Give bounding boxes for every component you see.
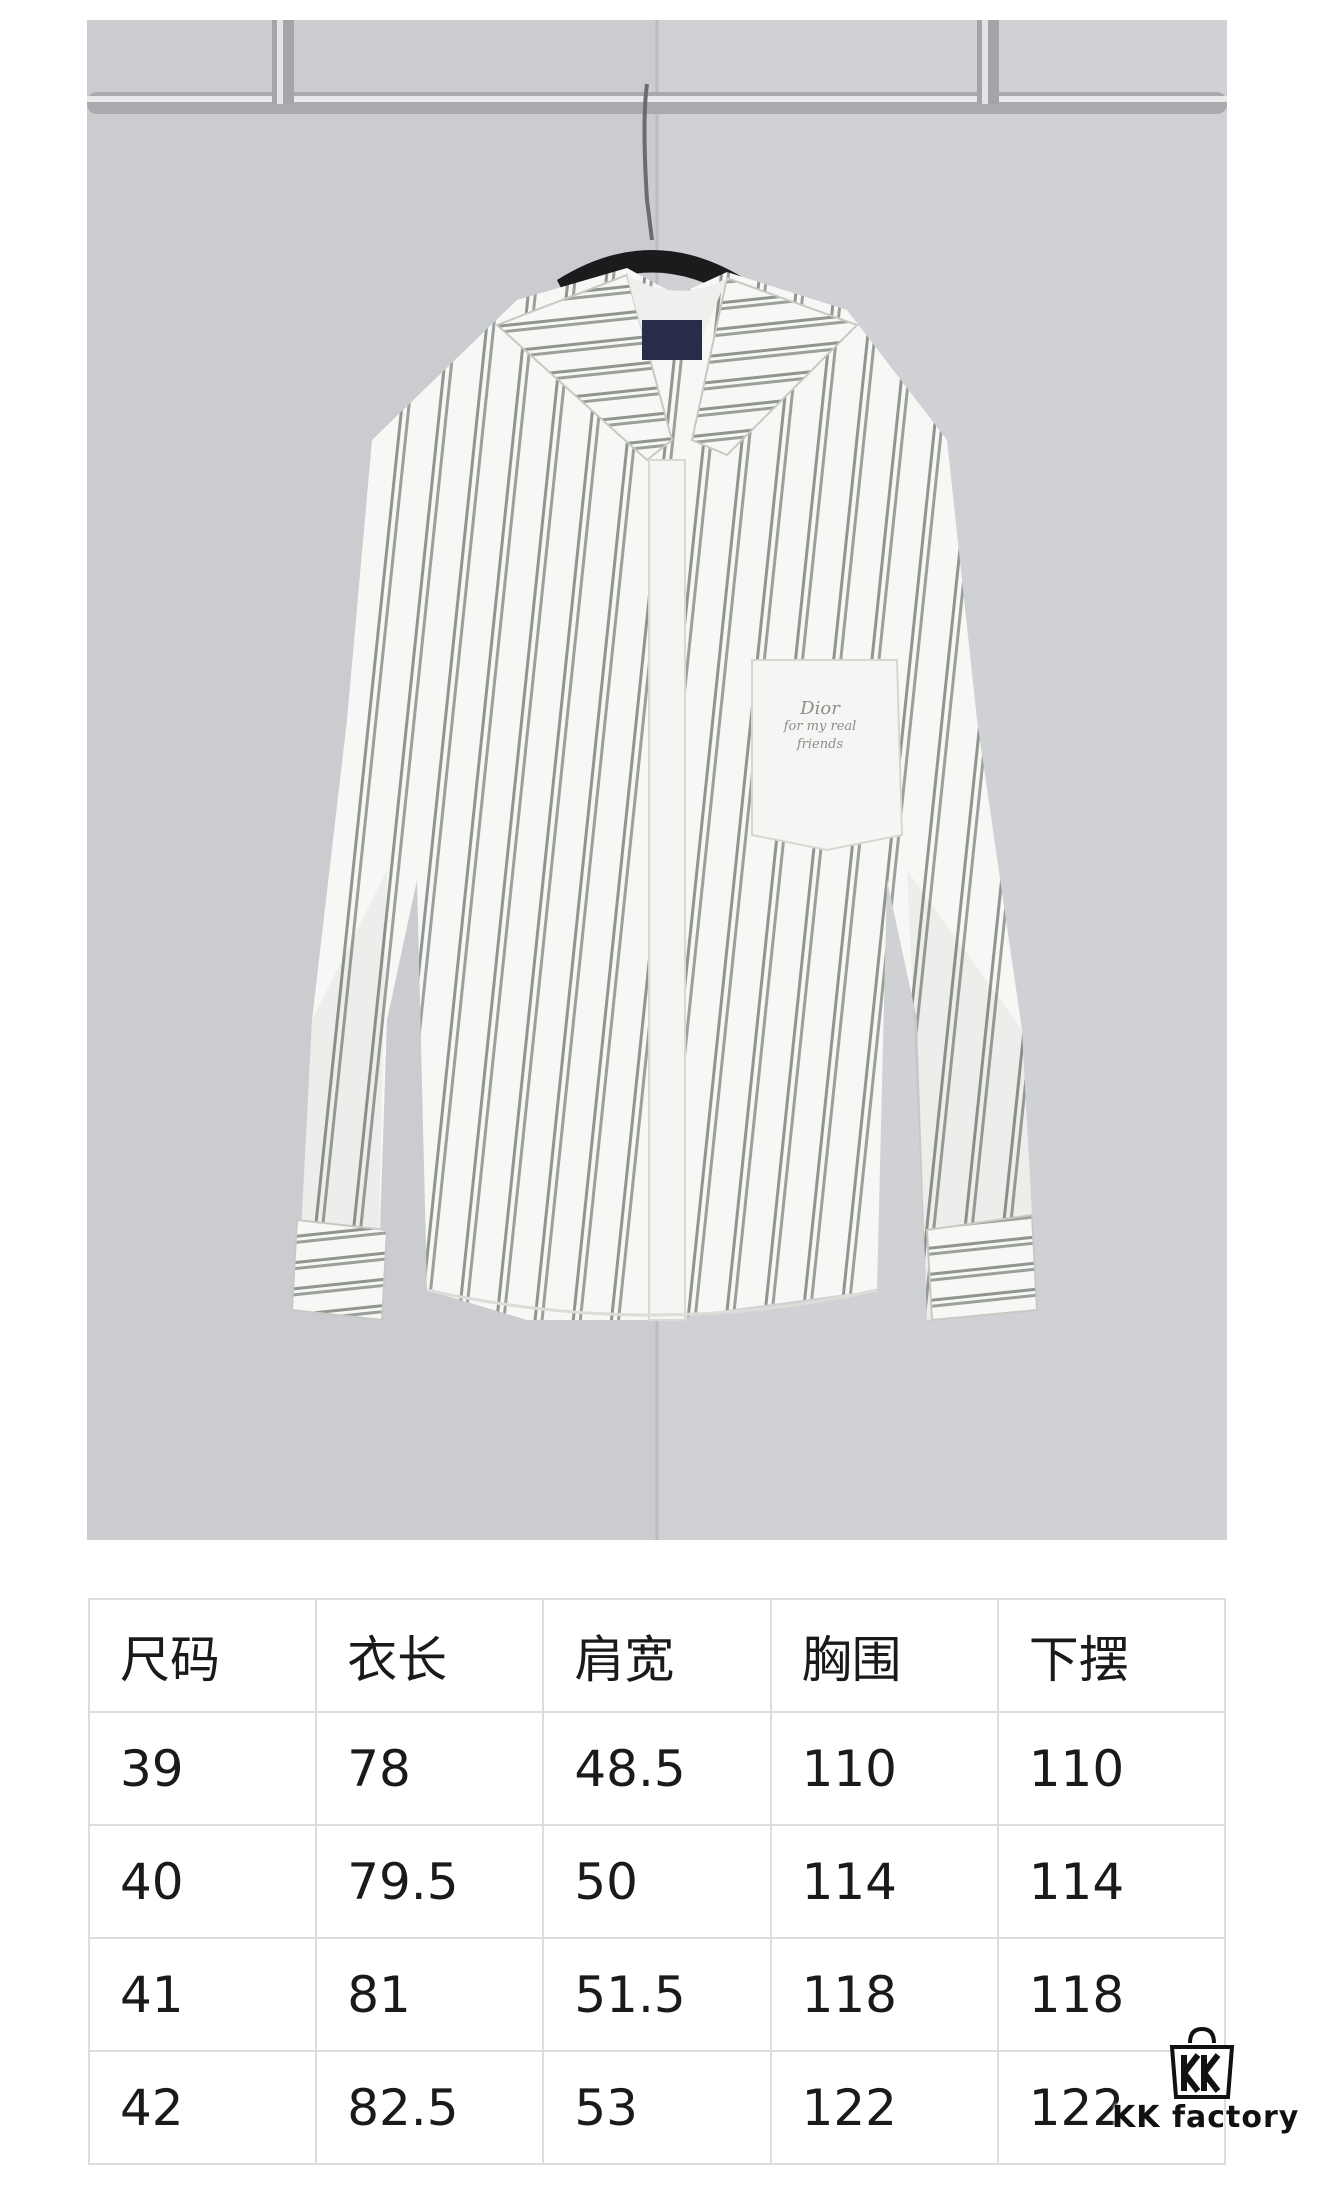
table-cell: 50: [542, 1824, 772, 1939]
table-cell: 42: [87, 2050, 318, 2165]
pocket-brand-text: Dior: [800, 698, 840, 719]
table-header-row: 尺码 衣长 肩宽 胸围 下摆: [87, 1598, 1227, 1713]
watermark-text: KK factory: [1112, 2100, 1300, 2135]
table-cell: 79.5: [315, 1824, 545, 1939]
table-cell: 51.5: [542, 1937, 772, 2052]
table-cell: 114: [996, 1824, 1227, 1939]
pocket-line3-text: friends: [796, 737, 844, 752]
table-cell: 78: [315, 1711, 545, 1826]
table-cell: 114: [769, 1824, 999, 1939]
table-row: 42 82.5 53 122 122: [87, 2050, 1227, 2165]
header-cell-hem: 下摆: [996, 1598, 1227, 1713]
table-cell: 110: [996, 1711, 1227, 1826]
table-cell: 118: [769, 1937, 999, 2052]
header-cell-length: 衣长: [315, 1598, 545, 1713]
table-row: 40 79.5 50 114 114: [87, 1824, 1227, 1939]
table-cell: 40: [87, 1824, 318, 1939]
header-cell-shoulder: 肩宽: [542, 1598, 772, 1713]
pocket-line2-text: for my real: [783, 719, 857, 734]
table-cell: 48.5: [542, 1711, 772, 1826]
table-cell: 53: [542, 2050, 772, 2165]
table-cell: 82.5: [315, 2050, 545, 2165]
table-row: 39 78 48.5 110 110: [87, 1711, 1227, 1826]
header-cell-chest: 胸围: [769, 1598, 999, 1713]
size-chart-table: 尺码 衣长 肩宽 胸围 下摆 39 78 48.5 110 110 40 79.…: [87, 1598, 1227, 2165]
product-photo: [87, 20, 1227, 1540]
header-cell-size: 尺码: [87, 1598, 318, 1713]
table-row: 41 81 51.5 118 118: [87, 1937, 1227, 2052]
table-cell: 122: [769, 2050, 999, 2165]
table-cell: 41: [87, 1937, 318, 2052]
pocket-embroidery: Dior for my real friends: [755, 700, 885, 754]
table-cell: 110: [769, 1711, 999, 1826]
table-cell: 39: [87, 1711, 318, 1826]
table-cell: 81: [315, 1937, 545, 2052]
